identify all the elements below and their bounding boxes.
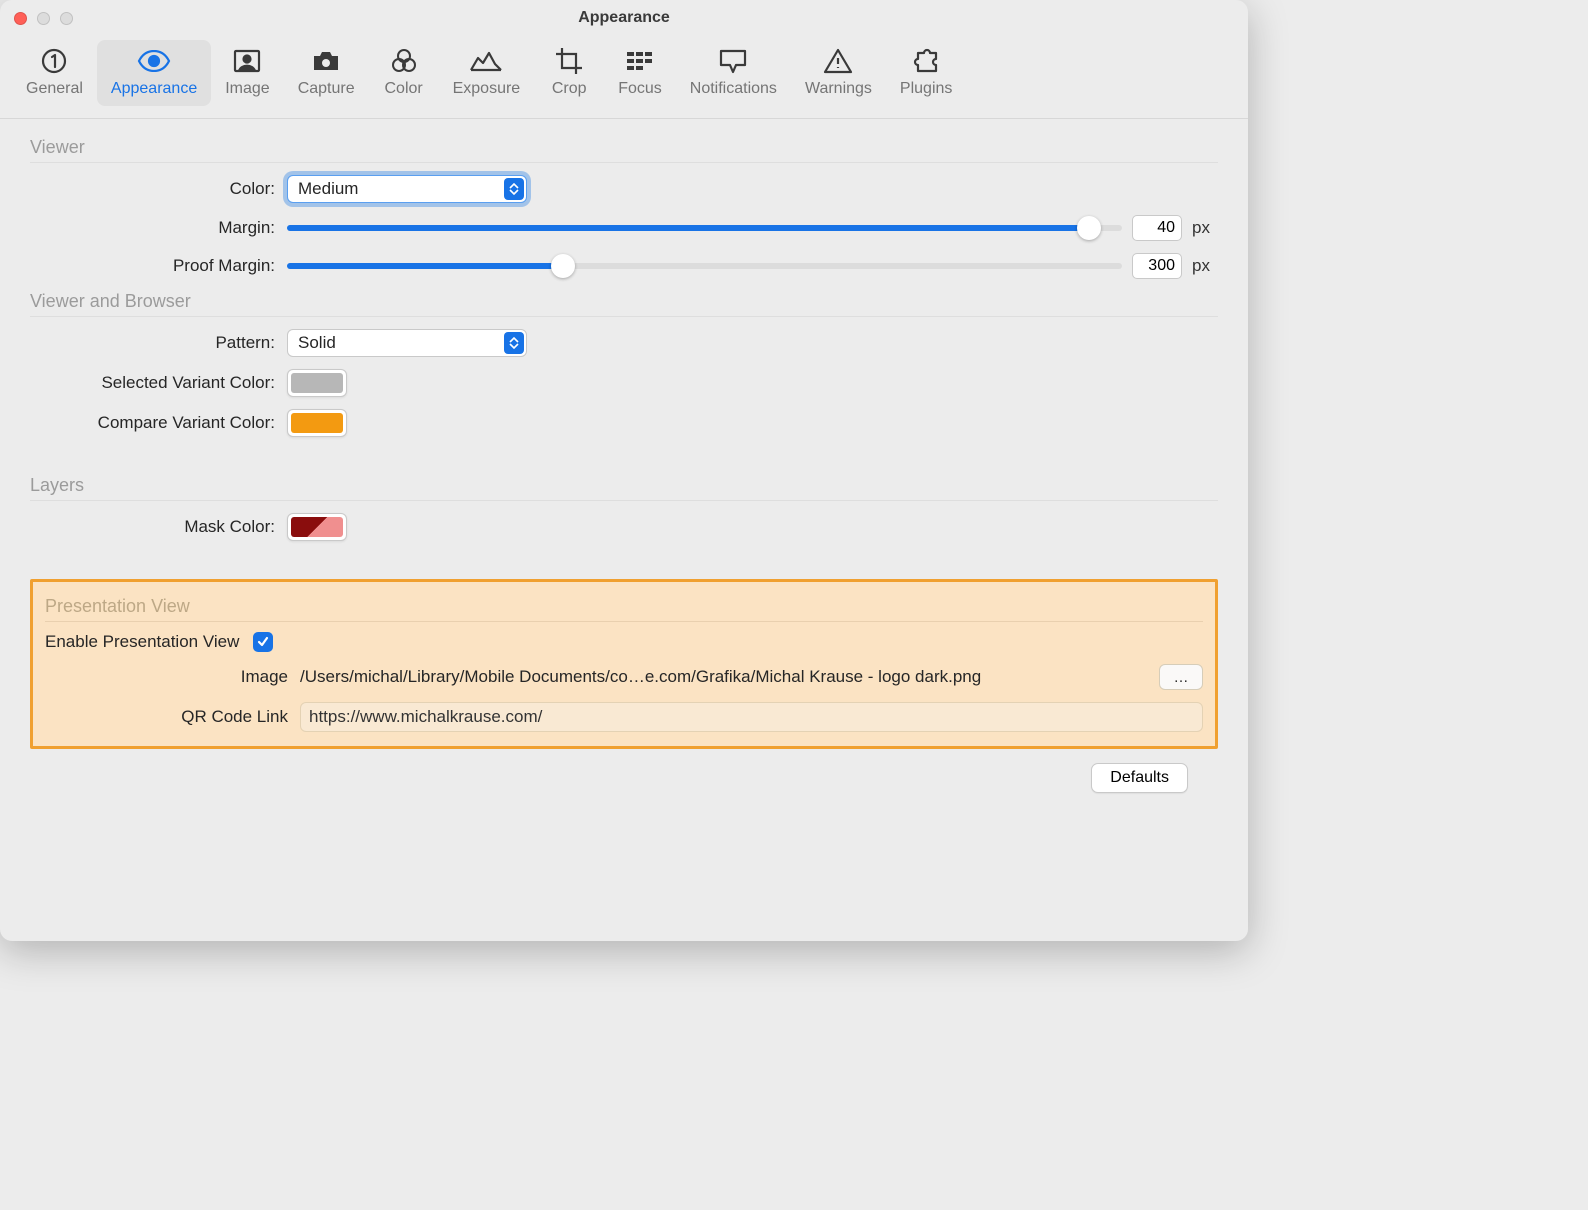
tab-color[interactable]: Color xyxy=(369,40,439,106)
tab-label: Image xyxy=(225,80,269,98)
selected-variant-color-label: Selected Variant Color: xyxy=(30,373,287,393)
tab-label: Focus xyxy=(618,80,662,98)
rings-icon xyxy=(387,48,421,74)
preferences-body: Viewer Color: Medium Margin: px xyxy=(0,119,1248,809)
tab-label: Warnings xyxy=(805,80,872,98)
preferences-window: Appearance General Appearance Image xyxy=(0,0,1248,941)
margin-value-input[interactable] xyxy=(1132,215,1182,241)
tab-label: General xyxy=(26,80,83,98)
one-circle-icon xyxy=(37,48,71,74)
tab-plugins[interactable]: Plugins xyxy=(886,40,966,106)
select-value: Solid xyxy=(298,333,336,353)
enable-presentation-label: Enable Presentation View xyxy=(45,632,253,652)
tab-label: Appearance xyxy=(111,80,197,98)
tab-label: Crop xyxy=(552,80,587,98)
tab-label: Color xyxy=(384,80,422,98)
mask-color-well[interactable] xyxy=(287,513,347,541)
histogram-icon xyxy=(469,48,503,74)
compare-variant-color-label: Compare Variant Color: xyxy=(30,413,287,433)
pattern-select[interactable]: Solid xyxy=(287,329,527,357)
margin-unit: px xyxy=(1192,218,1218,238)
pattern-label: Pattern: xyxy=(30,333,287,353)
selected-variant-color-well[interactable] xyxy=(287,369,347,397)
tab-capture[interactable]: Capture xyxy=(284,40,369,106)
tab-crop[interactable]: Crop xyxy=(534,40,604,106)
tab-focus[interactable]: Focus xyxy=(604,40,676,106)
tab-label: Capture xyxy=(298,80,355,98)
tab-label: Exposure xyxy=(453,80,521,98)
section-viewer-title: Viewer xyxy=(30,137,1218,163)
enable-presentation-checkbox[interactable] xyxy=(253,632,273,652)
margin-label: Margin: xyxy=(30,218,287,238)
qr-code-link-label: QR Code Link xyxy=(45,707,300,727)
titlebar: Appearance xyxy=(0,0,1248,36)
tab-exposure[interactable]: Exposure xyxy=(439,40,535,106)
tab-general[interactable]: General xyxy=(12,40,97,106)
slider-thumb[interactable] xyxy=(551,254,575,278)
section-viewer-browser-title: Viewer and Browser xyxy=(30,291,1218,317)
viewer-color-label: Color: xyxy=(30,179,287,199)
presentation-view-highlight: Presentation View Enable Presentation Vi… xyxy=(30,579,1218,749)
compare-variant-color-well[interactable] xyxy=(287,409,347,437)
proof-margin-slider[interactable] xyxy=(287,263,1122,269)
presentation-image-path: /Users/michal/Library/Mobile Documents/c… xyxy=(300,667,1141,687)
viewer-color-select[interactable]: Medium xyxy=(287,175,527,203)
section-presentation-title: Presentation View xyxy=(45,596,1203,622)
tab-label: Plugins xyxy=(900,80,952,98)
eye-icon xyxy=(137,48,171,74)
section-layers-title: Layers xyxy=(30,475,1218,501)
tab-notifications[interactable]: Notifications xyxy=(676,40,791,106)
proof-margin-unit: px xyxy=(1192,256,1218,276)
tab-appearance[interactable]: Appearance xyxy=(97,40,211,106)
puzzle-icon xyxy=(909,48,943,74)
warning-icon xyxy=(821,48,855,74)
qr-code-link-input[interactable] xyxy=(300,702,1203,732)
select-arrows-icon xyxy=(504,332,524,354)
proof-margin-value-input[interactable] xyxy=(1132,253,1182,279)
portrait-icon xyxy=(230,48,264,74)
proof-margin-label: Proof Margin: xyxy=(30,256,287,276)
color-swatch xyxy=(291,373,343,393)
window-title: Appearance xyxy=(0,9,1248,27)
grid-icon xyxy=(623,48,657,74)
tab-image[interactable]: Image xyxy=(211,40,283,106)
preferences-toolbar: General Appearance Image Capture xyxy=(0,36,1248,119)
camera-icon xyxy=(309,48,343,74)
browse-image-button[interactable]: … xyxy=(1159,664,1203,690)
tab-label: Notifications xyxy=(690,80,777,98)
slider-thumb[interactable] xyxy=(1077,216,1101,240)
chat-icon xyxy=(716,48,750,74)
presentation-image-label: Image xyxy=(45,667,300,687)
margin-slider[interactable] xyxy=(287,225,1122,231)
tab-warnings[interactable]: Warnings xyxy=(791,40,886,106)
color-swatch xyxy=(291,413,343,433)
mask-color-label: Mask Color: xyxy=(30,517,287,537)
color-swatch xyxy=(291,517,343,537)
select-arrows-icon xyxy=(504,178,524,200)
crop-icon xyxy=(552,48,586,74)
select-value: Medium xyxy=(298,179,358,199)
defaults-button[interactable]: Defaults xyxy=(1091,763,1188,793)
